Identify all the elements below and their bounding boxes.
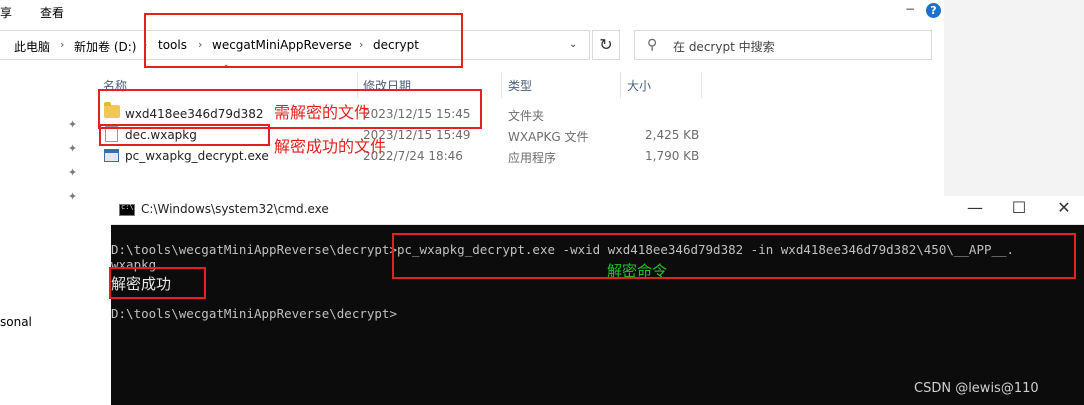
menu-share[interactable]: 享 <box>0 4 12 21</box>
help-icon[interactable]: ? <box>926 3 941 18</box>
annotation-box-success <box>109 267 206 299</box>
pin-icon[interactable]: ✦ <box>68 142 77 155</box>
column-divider[interactable] <box>501 72 502 98</box>
annotation-box-path <box>144 13 463 68</box>
file-size: 1,790 KB <box>645 149 700 163</box>
column-header-size[interactable]: 大小 <box>627 77 651 94</box>
cmd-title: C:\Windows\system32\cmd.exe <box>141 202 329 216</box>
annotation-box-command <box>392 233 1076 279</box>
ribbon-collapse-icon[interactable]: − <box>905 2 915 16</box>
cmd-prompt[interactable]: D:\tools\wecgatMiniAppReverse\decrypt> <box>111 306 397 321</box>
maximize-button[interactable]: ☐ <box>1004 198 1034 217</box>
file-row[interactable]: pc_wxapkg_decrypt.exe 2022/7/24 18:46 应用… <box>100 146 720 167</box>
ribbon-menubar: 享 查看 − ? <box>0 0 944 24</box>
close-button[interactable]: ✕ <box>1049 198 1079 217</box>
pin-icon[interactable]: ✦ <box>68 118 77 131</box>
refresh-button[interactable]: ↻ <box>592 30 620 60</box>
column-divider[interactable] <box>701 72 702 98</box>
sidebar-item-personal[interactable]: sonal <box>0 315 32 329</box>
pin-icon[interactable]: ✦ <box>68 166 77 179</box>
file-type: 文件夹 <box>508 109 545 123</box>
file-name: pc_wxapkg_decrypt.exe <box>125 149 269 163</box>
column-divider[interactable] <box>620 72 621 98</box>
cmd-titlebar[interactable]: C:\Windows\system32\cmd.exe — ☐ ✕ <box>111 196 1084 225</box>
annotation-box-dec-file <box>99 124 270 146</box>
annotation-decrypt-success-file: 解密成功的文件 <box>274 137 387 156</box>
menu-view[interactable]: 查看 <box>40 4 64 21</box>
file-size: 2,425 KB <box>645 128 700 142</box>
column-header-type[interactable]: 类型 <box>508 77 532 94</box>
minimize-button[interactable]: — <box>960 198 990 217</box>
crumb-drive-d[interactable]: 新加卷 (D:) <box>74 38 136 55</box>
pin-icon[interactable]: ✦ <box>68 190 77 203</box>
search-placeholder: 在 decrypt 中搜索 <box>673 40 775 54</box>
search-icon: ⚲ <box>647 37 658 53</box>
crumb-separator-icon[interactable]: › <box>60 38 64 51</box>
file-type: WXAPKG 文件 <box>508 130 589 144</box>
watermark: CSDN @lewis@110 <box>914 381 1039 396</box>
address-dropdown-icon[interactable]: ⌄ <box>569 39 577 50</box>
file-type: 应用程序 <box>508 151 557 165</box>
cmd-window: C:\Windows\system32\cmd.exe — ☐ ✕ D:\too… <box>111 196 1084 405</box>
crumb-this-pc[interactable]: 此电脑 <box>14 38 50 55</box>
cmd-icon <box>119 203 135 216</box>
search-box[interactable]: ⚲ 在 decrypt 中搜索 <box>634 30 932 60</box>
annotation-need-decrypt: 需解密的文件 <box>274 103 371 122</box>
